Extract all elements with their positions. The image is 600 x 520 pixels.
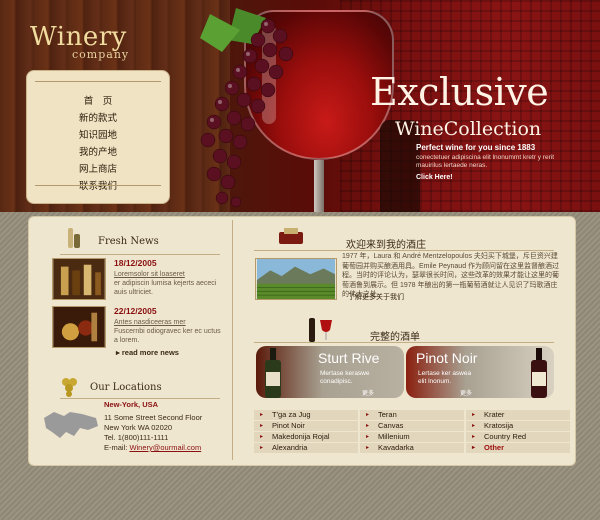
- promo-more[interactable]: 更多: [460, 388, 472, 397]
- grapes-icon: [62, 378, 77, 397]
- header-banner: Winery company 首 页 新的款式 知识园地 我的产地 网上商店 联…: [0, 0, 600, 212]
- email-label: E-mail:: [104, 443, 128, 452]
- news-date: 18/12/2005: [114, 258, 157, 268]
- promo-card-sturt-rive[interactable]: Sturt Rive Mertase keraswe conadipisc. 更…: [256, 346, 404, 398]
- promo-more[interactable]: 更多: [362, 388, 374, 397]
- promo-desc: Mertase keraswe: [320, 370, 370, 377]
- location-address1: 11 Some Street Second Floor: [104, 413, 203, 422]
- world-map-icon: [44, 412, 98, 438]
- wine-list-title: 完整的酒单: [370, 332, 420, 343]
- nav-item-shop[interactable]: 网上商店: [27, 161, 169, 178]
- promo-desc: conadipisc.: [320, 378, 353, 385]
- logo[interactable]: Winery company: [30, 22, 129, 61]
- wine-list-column: Krater Kratosija Country Red Other: [466, 410, 570, 454]
- banner-subheadline: WineCollection: [395, 118, 542, 140]
- locations-rule: [60, 398, 220, 399]
- wine-list-item[interactable]: Millenium: [360, 432, 464, 442]
- wine-bottle-icon: [531, 348, 547, 398]
- nav-item-new-styles[interactable]: 新的款式: [27, 110, 169, 127]
- corkscrew-icon: [279, 228, 303, 244]
- news-text: Fuscernbi odiogravec ker ec uctus a lore…: [114, 328, 221, 344]
- news-link[interactable]: Antes nasdiceeras mer: [114, 318, 224, 327]
- wine-list-item[interactable]: Makedonija Rojal: [254, 432, 358, 442]
- news-thumbnail[interactable]: [52, 258, 106, 300]
- read-more-label: read more news: [121, 348, 179, 357]
- wine-bottle-icon: [265, 348, 281, 398]
- news-date: 22/12/2005: [114, 306, 157, 316]
- wine-list-item-other[interactable]: Other: [466, 443, 570, 453]
- logo-sub-text: company: [72, 48, 130, 61]
- wine-list-item[interactable]: Country Red: [466, 432, 570, 442]
- news-item: 18/12/2005 Loremsolor sit loaseret er ad…: [52, 258, 222, 302]
- locations-title: Our Locations: [90, 382, 162, 393]
- location-phone: Tel. 1(800)111-1111: [104, 433, 169, 442]
- wine-bottle-icon: [68, 228, 80, 248]
- wine-list-item[interactable]: Teran: [360, 410, 464, 420]
- wine-list-item[interactable]: Pinot Noir: [254, 421, 358, 431]
- news-text: er adipiscin lumisa kejerts aececi auis …: [114, 280, 217, 296]
- promo-title: Pinot Noir: [416, 350, 478, 366]
- click-here-link[interactable]: Click Here!: [416, 174, 453, 181]
- nav-ornament-top: [35, 81, 161, 89]
- wine-glass-icon: [309, 318, 332, 342]
- wine-list-item[interactable]: Kavadarka: [360, 443, 464, 453]
- vineyard-photo: [255, 258, 337, 300]
- promo-title: Sturt Rive: [318, 350, 380, 366]
- banner-headline: Exclusive: [370, 70, 549, 114]
- banner-tagline: Perfect wine for you since 1883: [416, 143, 536, 152]
- promo-desc: elit lnonum.: [418, 378, 452, 385]
- nav-item-home[interactable]: 首 页: [27, 93, 169, 110]
- fresh-news-title: Fresh News: [98, 236, 159, 247]
- promo-desc: Lertase ker aswea: [418, 370, 472, 377]
- wine-list-item[interactable]: Kratosija: [466, 421, 570, 431]
- wine-list-item[interactable]: T'ga za Jug: [254, 410, 358, 420]
- wine-list-item[interactable]: Krater: [466, 410, 570, 420]
- banner-description: conectetuer adipiscina elit lnonummt kre…: [416, 154, 555, 169]
- wine-list-item[interactable]: Canvas: [360, 421, 464, 431]
- read-more-news-link[interactable]: ▸ read more news: [116, 348, 179, 357]
- nav-item-knowledge[interactable]: 知识园地: [27, 127, 169, 144]
- wine-list-rule: [254, 342, 554, 343]
- location-info: New-York, USA 11 Some Street Second Floo…: [104, 400, 234, 453]
- wine-list-column: T'ga za Jug Pinot Noir Makedonija Rojal …: [254, 410, 358, 454]
- news-link[interactable]: Loremsolor sit loaseret: [114, 270, 224, 279]
- promo-card-pinot-noir[interactable]: Pinot Noir Lertase ker aswea elit lnonum…: [406, 346, 554, 398]
- wine-list-column: Teran Canvas Millenium Kavadarka: [360, 410, 464, 454]
- main-nav: 首 页 新的款式 知识园地 我的产地 网上商店 联系我们: [26, 70, 170, 204]
- welcome-title: 欢迎来到我的酒庄: [346, 240, 426, 251]
- location-address2: New York WA 02020: [104, 423, 173, 432]
- wine-list-item[interactable]: Alexandria: [254, 443, 358, 453]
- news-item: 22/12/2005 Antes nasdiceeras mer Fuscern…: [52, 306, 222, 350]
- nav-item-origin[interactable]: 我的产地: [27, 144, 169, 161]
- email-link[interactable]: Winery@ourmail.com: [129, 443, 201, 452]
- news-thumbnail[interactable]: [52, 306, 106, 348]
- about-us-link[interactable]: 了解更多关于我们: [348, 292, 404, 302]
- nav-ornament-bottom: [35, 185, 161, 193]
- welcome-rule: [254, 250, 554, 251]
- fresh-news-rule: [60, 254, 220, 255]
- location-city: New-York, USA: [104, 400, 159, 409]
